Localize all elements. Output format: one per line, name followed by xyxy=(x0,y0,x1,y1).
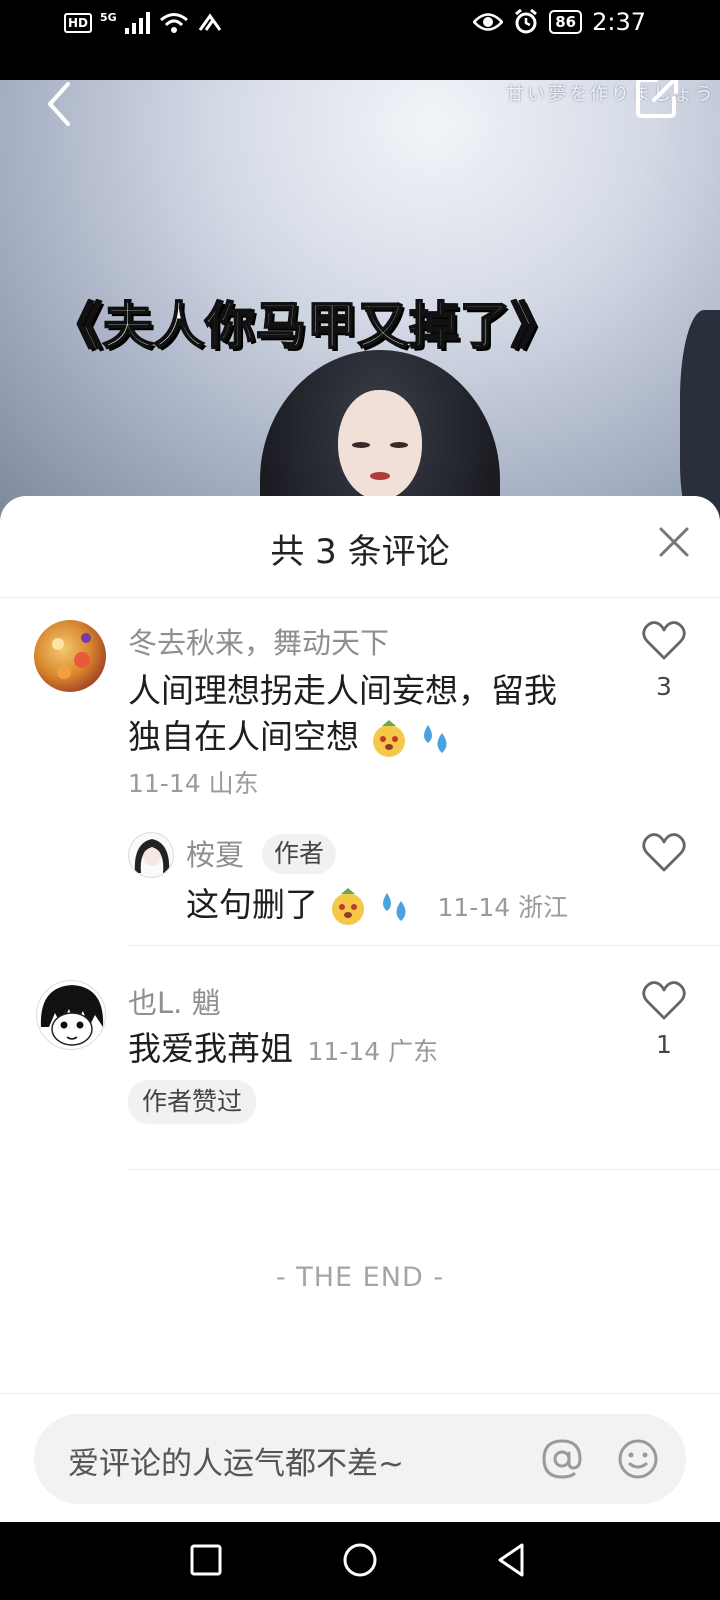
status-bar: HD 5G 86 2:37 xyxy=(0,0,720,80)
status-left: HD 5G xyxy=(64,10,223,34)
comment-text-line2-wrap: 独自在人间空想 xyxy=(128,714,608,760)
comment-meta: 11-14 广东 xyxy=(308,1037,439,1066)
sweat-drops-emoji-icon xyxy=(383,892,406,921)
reply-username[interactable]: 桉夏 xyxy=(186,832,244,874)
cute-face-emoji-icon xyxy=(331,887,364,925)
comment-text: 人间理想拐走人间妄想，留我 独自在人间空想 xyxy=(128,668,608,760)
avatar[interactable] xyxy=(36,980,106,1050)
hd-badge: HD xyxy=(64,13,93,33)
status-right: 86 2:37 xyxy=(473,8,646,36)
author-tag: 作者 xyxy=(262,834,337,874)
reply-item[interactable]: 桉夏 作者 这句删了 11-14 浙江 xyxy=(0,816,720,926)
comment-location: 广东 xyxy=(388,1037,439,1066)
avatar[interactable] xyxy=(128,832,174,878)
comment-date: 11-14 xyxy=(128,769,201,798)
heart-outline-icon[interactable] xyxy=(641,830,687,874)
wifi-icon xyxy=(159,13,188,33)
battery-indicator: 86 xyxy=(549,10,583,34)
back-triangle-icon[interactable] xyxy=(492,1540,532,1580)
network-type: 5G xyxy=(100,10,117,24)
video-title-overlay: 《夫人你马甲又掉了》 xyxy=(51,296,562,356)
reply-text-wrap: 这句删了 11-14 浙江 xyxy=(186,882,568,931)
system-nav-bar xyxy=(0,1522,720,1600)
comments-count-title: 共 3 条评论 xyxy=(270,532,450,572)
reply-location: 浙江 xyxy=(518,893,569,922)
comment-text-line2: 独自在人间空想 xyxy=(128,717,359,756)
cute-face-emoji-icon xyxy=(372,719,405,757)
comment-date: 11-14 xyxy=(307,1037,381,1066)
video-player[interactable]: 甘い夢を作りましょう 《夫人你马甲又掉了》 xyxy=(0,80,720,520)
home-circle-icon[interactable] xyxy=(340,1540,380,1580)
alarm-icon xyxy=(515,9,538,34)
comment-text-wrap: 我爱我苒姐 11-14 广东 xyxy=(128,1026,438,1075)
close-icon[interactable] xyxy=(656,524,692,560)
eye-icon xyxy=(473,13,504,31)
signal-icon xyxy=(124,12,150,34)
video-figure xyxy=(260,350,500,520)
author-liked-badge: 作者赞过 xyxy=(128,1080,257,1124)
at-icon[interactable] xyxy=(540,1437,584,1481)
comment-location: 山东 xyxy=(208,769,259,798)
comment-item[interactable]: 冬去秋来，舞动天下 人间理想拐走人间妄想，留我 独自在人间空想 11-14 山东 xyxy=(0,600,720,800)
comment-text: 我爱我苒姐 xyxy=(128,1029,293,1068)
recents-square-icon[interactable] xyxy=(186,1540,226,1580)
comment-divider xyxy=(128,1169,720,1170)
end-of-list-text: - THE END - xyxy=(275,1262,445,1293)
back-button[interactable] xyxy=(40,80,80,130)
comment-username[interactable]: 冬去秋来，舞动天下 xyxy=(128,620,389,662)
comment-item[interactable]: 也L. 魈 我爱我苒姐 11-14 广东 作者赞过 1 xyxy=(0,966,720,1136)
comment-meta: 11-14 山东 xyxy=(128,764,259,800)
comment-divider xyxy=(128,945,720,946)
like-count: 3 xyxy=(656,672,672,701)
status-time: 2:37 xyxy=(592,8,646,36)
reply-date: 11-14 xyxy=(437,893,511,922)
comments-header: 共 3 条评论 xyxy=(0,496,720,598)
comments-sheet: 共 3 条评论 冬去秋来，舞动天下 人间理想拐走人间妄想，留我 独自在人间空想 xyxy=(0,496,720,1522)
share-external-icon[interactable] xyxy=(634,80,682,120)
reply-text: 这句删了 xyxy=(186,885,318,924)
avatar[interactable] xyxy=(34,620,106,692)
comment-input-bar: 爱评论的人运气都不差~ xyxy=(0,1393,720,1522)
comment-username[interactable]: 也L. 魈 xyxy=(128,980,221,1022)
data-saver-icon xyxy=(198,13,221,31)
comment-input-placeholder: 爱评论的人运气都不差~ xyxy=(68,1446,404,1482)
sweat-drops-emoji-icon xyxy=(424,724,447,753)
smiley-icon[interactable] xyxy=(616,1437,660,1481)
reply-meta: 11-14 浙江 xyxy=(438,893,569,922)
like-count: 1 xyxy=(656,1030,672,1059)
video-caption-japanese: 甘い夢を作りましょう xyxy=(506,84,716,105)
heart-outline-icon[interactable] xyxy=(641,978,687,1022)
heart-outline-icon[interactable] xyxy=(641,618,687,662)
video-dark-shape xyxy=(680,310,720,520)
comment-input[interactable]: 爱评论的人运气都不差~ xyxy=(34,1414,686,1504)
comment-text-line1: 人间理想拐走人间妄想，留我 xyxy=(128,671,557,710)
